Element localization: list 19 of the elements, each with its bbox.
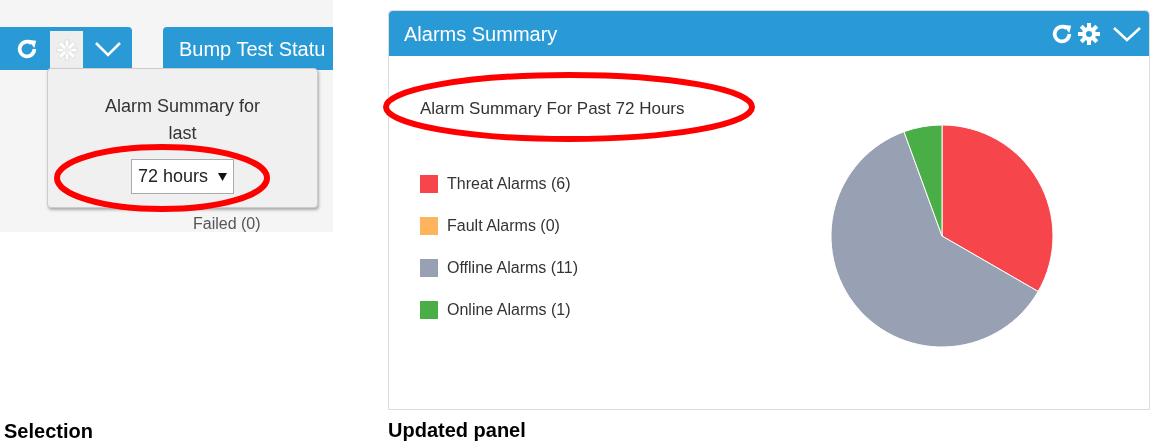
widget-title: Bump Test Statu — [179, 36, 326, 62]
panel-title: Alarms Summary — [404, 21, 559, 47]
chevron-down-icon[interactable] — [1113, 25, 1141, 42]
chevron-down-icon[interactable] — [95, 40, 121, 57]
popup-label: Alarm Summary for last — [104, 95, 261, 145]
legend-label: Fault Alarms (0) — [447, 215, 560, 236]
legend-label: Online Alarms (1) — [447, 299, 571, 320]
figure-caption: Updated panel — [388, 418, 527, 443]
refresh-icon[interactable] — [1051, 22, 1073, 45]
figure-caption: Selection — [4, 419, 94, 443]
gear-icon[interactable] — [1077, 21, 1101, 46]
legend-label: Threat Alarms (6) — [447, 173, 571, 194]
hours-dropdown[interactable]: 72 hours — [130, 159, 235, 194]
settings-button[interactable] — [50, 30, 83, 69]
legend-label: Offline Alarms (11) — [447, 257, 578, 278]
dropdown-arrow-icon — [218, 172, 228, 181]
legend-label: Failed (0) — [193, 216, 261, 232]
panel-subtitle: Alarm Summary For Past 72 Hours — [420, 98, 686, 120]
refresh-icon[interactable] — [16, 37, 38, 60]
